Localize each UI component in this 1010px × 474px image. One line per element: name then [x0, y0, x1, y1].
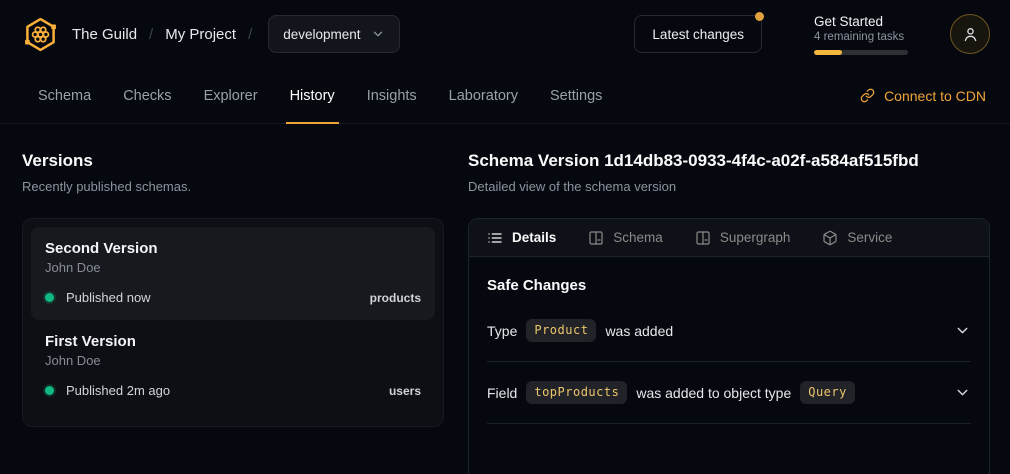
columns-icon	[695, 230, 711, 246]
target-selector-value: development	[283, 27, 360, 42]
tab-settings[interactable]: Settings	[534, 68, 618, 123]
version-author: John Doe	[45, 260, 421, 275]
published-status-dot	[45, 386, 54, 395]
tab-supergraph[interactable]: Supergraph	[695, 230, 791, 246]
link-icon	[860, 88, 875, 103]
version-list-item[interactable]: Second Version John Doe Published now pr…	[31, 227, 435, 320]
latest-changes-button[interactable]: Latest changes	[634, 15, 762, 53]
get-started-progress-fill	[814, 50, 842, 55]
code-badge: topProducts	[526, 381, 627, 404]
published-status-dot	[45, 293, 54, 302]
top-header: The Guild / My Project / development Lat…	[0, 0, 1010, 68]
cube-icon	[822, 230, 838, 246]
safe-changes-heading: Safe Changes	[487, 277, 971, 294]
versions-list: Second Version John Doe Published now pr…	[22, 218, 444, 427]
version-name: Second Version	[45, 240, 421, 257]
tab-laboratory[interactable]: Laboratory	[433, 68, 534, 123]
notification-dot	[755, 12, 764, 21]
change-row-field-added[interactable]: Field topProducts was added to object ty…	[487, 362, 971, 424]
schema-version-tabs: Details Schema Supergraph	[469, 219, 989, 257]
tab-insights[interactable]: Insights	[351, 68, 433, 123]
breadcrumb-separator: /	[149, 26, 153, 43]
versions-subtitle: Recently published schemas.	[22, 178, 444, 196]
tab-label: Supergraph	[720, 230, 791, 245]
schema-version-title: Schema Version 1d14db83-0933-4f4c-a02f-a…	[468, 150, 990, 172]
version-list-item[interactable]: First Version John Doe Published 2m ago …	[31, 320, 435, 413]
tab-schema[interactable]: Schema	[22, 68, 107, 123]
tab-label: Details	[512, 230, 556, 245]
schema-version-subtitle: Detailed view of the schema version	[468, 178, 990, 196]
columns-icon	[588, 230, 604, 246]
version-service-name: users	[389, 384, 421, 398]
chevron-down-icon	[954, 384, 971, 401]
versions-panel: Versions Recently published schemas. Sec…	[22, 150, 444, 474]
chevron-down-icon	[954, 322, 971, 339]
breadcrumb-project[interactable]: My Project	[165, 26, 236, 43]
change-text: was added to object type	[636, 385, 791, 401]
breadcrumb-org[interactable]: The Guild	[72, 26, 137, 43]
tab-label: Service	[847, 230, 892, 245]
tab-schema-detail[interactable]: Schema	[588, 230, 663, 246]
get-started-progress-bar	[814, 50, 908, 55]
tab-service[interactable]: Service	[822, 230, 892, 246]
connect-to-cdn-label: Connect to CDN	[884, 88, 986, 104]
schema-version-card: Details Schema Supergraph	[468, 218, 990, 474]
change-text: was added	[605, 323, 673, 339]
tab-checks[interactable]: Checks	[107, 68, 187, 123]
app-window: The Guild / My Project / development Lat…	[0, 0, 1010, 474]
tab-history[interactable]: History	[274, 68, 351, 123]
schema-version-panel: Schema Version 1d14db83-0933-4f4c-a02f-a…	[468, 150, 990, 474]
get-started-widget[interactable]: Get Started 4 remaining tasks	[814, 14, 908, 55]
versions-title: Versions	[22, 150, 444, 172]
tab-explorer[interactable]: Explorer	[188, 68, 274, 123]
version-published-time: Published 2m ago	[66, 383, 170, 398]
list-icon	[487, 230, 503, 246]
tab-label: Schema	[613, 230, 663, 245]
guild-logo-icon[interactable]	[22, 16, 59, 53]
version-author: John Doe	[45, 353, 421, 368]
version-published-time: Published now	[66, 290, 151, 305]
code-badge: Product	[526, 319, 596, 342]
project-nav-tabs: Schema Checks Explorer History Insights …	[0, 68, 1010, 124]
connect-to-cdn-button[interactable]: Connect to CDN	[856, 68, 990, 123]
get-started-title: Get Started	[814, 14, 908, 29]
user-avatar-button[interactable]	[950, 14, 990, 54]
change-text: Field	[487, 385, 517, 401]
changes-section: Safe Changes Type Product was added Fiel…	[469, 257, 989, 424]
chevron-down-icon	[371, 27, 385, 41]
target-selector-dropdown[interactable]: development	[268, 15, 399, 53]
latest-changes-label: Latest changes	[652, 27, 744, 42]
person-icon	[961, 25, 980, 44]
code-badge: Query	[800, 381, 855, 404]
tab-details[interactable]: Details	[487, 230, 556, 246]
breadcrumb-separator: /	[248, 26, 252, 43]
get-started-remaining-tasks: 4 remaining tasks	[814, 31, 908, 43]
version-name: First Version	[45, 333, 421, 350]
change-text: Type	[487, 323, 517, 339]
change-row-type-added[interactable]: Type Product was added	[487, 300, 971, 362]
version-service-name: products	[370, 291, 421, 305]
main-content: Versions Recently published schemas. Sec…	[0, 124, 1010, 474]
